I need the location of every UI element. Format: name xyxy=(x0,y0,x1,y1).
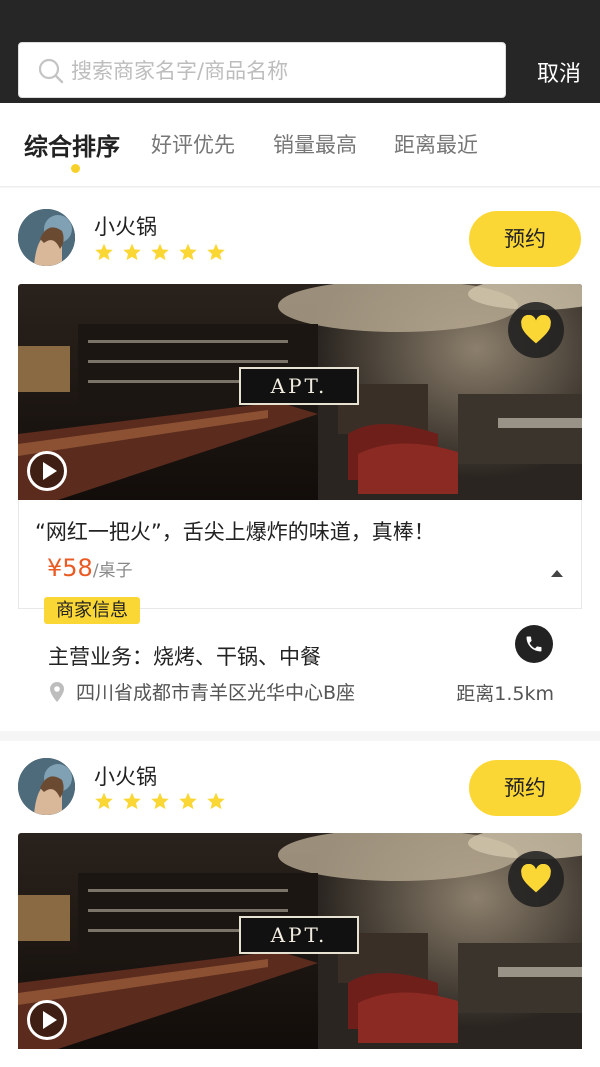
star-icon xyxy=(123,792,141,810)
heart-icon xyxy=(521,864,551,893)
search-icon xyxy=(38,58,64,84)
rating-stars xyxy=(94,242,226,262)
tab-comprehensive-sort[interactable]: 综合排序 xyxy=(24,127,120,162)
phone-call-button[interactable] xyxy=(515,625,553,663)
location-pin-icon xyxy=(50,681,64,702)
heart-icon xyxy=(521,315,551,344)
star-icon xyxy=(95,792,113,810)
top-bar: 取消 xyxy=(0,0,600,103)
shop-avatar xyxy=(18,209,75,266)
shop-card[interactable]: 小火锅 预约 xyxy=(0,188,600,731)
star-icon xyxy=(207,792,225,810)
play-video-button[interactable] xyxy=(27,451,67,491)
rating-stars xyxy=(94,791,226,811)
shop-name: 小火锅 xyxy=(94,765,157,789)
star-icon xyxy=(95,243,113,261)
distance: 距离1.5km xyxy=(456,683,554,705)
search-input[interactable] xyxy=(71,51,491,91)
book-button[interactable]: 预约 xyxy=(469,211,581,267)
book-button[interactable]: 预约 xyxy=(469,760,581,816)
shop-address: 四川省成都市青羊区光华中心B座 xyxy=(48,678,355,705)
price-row: ¥58/桌子 xyxy=(47,554,133,582)
address-text: 四川省成都市青羊区光华中心B座 xyxy=(76,682,356,704)
star-icon xyxy=(123,243,141,261)
star-icon xyxy=(179,243,197,261)
star-icon xyxy=(179,792,197,810)
star-icon xyxy=(207,243,225,261)
photo-sign-text: APT. xyxy=(270,923,328,947)
star-icon xyxy=(151,243,169,261)
photo-sign-text: APT. xyxy=(270,374,328,398)
shop-avatar xyxy=(18,758,75,815)
shop-photo[interactable]: APT. xyxy=(18,833,582,1067)
deal-panel[interactable]: “网红一把火”，舌尖上爆炸的味道，真棒！ ¥58/桌子 xyxy=(18,500,582,609)
tab-nearest[interactable]: 距离最近 xyxy=(394,129,478,159)
tab-top-sales[interactable]: 销量最高 xyxy=(273,129,357,159)
shop-name: 小火锅 xyxy=(94,215,157,239)
price-unit: /桌子 xyxy=(92,561,133,581)
favorite-button[interactable] xyxy=(508,302,564,358)
sort-bar: 综合排序 好评优先 销量最高 距离最近 xyxy=(0,103,600,187)
cancel-button[interactable]: 取消 xyxy=(537,56,581,88)
play-video-button[interactable] xyxy=(27,1000,67,1040)
favorite-button[interactable] xyxy=(508,851,564,907)
collapse-arrow-icon[interactable] xyxy=(551,570,563,577)
shop-card[interactable]: 小火锅 预约 xyxy=(0,741,600,1067)
shop-photo[interactable]: APT. xyxy=(18,284,582,500)
main-business: 主营业务：烧烤、干锅、中餐 xyxy=(48,645,321,669)
shop-slogan: “网红一把火”，舌尖上爆炸的味道，真棒！ xyxy=(35,520,435,544)
phone-icon xyxy=(526,636,542,652)
star-icon xyxy=(151,792,169,810)
tab-best-rated[interactable]: 好评优先 xyxy=(151,129,235,159)
search-box[interactable] xyxy=(18,42,506,98)
price: ¥58 xyxy=(47,554,93,582)
merchant-info-tag: 商家信息 xyxy=(44,597,140,624)
active-tab-indicator xyxy=(71,164,80,173)
